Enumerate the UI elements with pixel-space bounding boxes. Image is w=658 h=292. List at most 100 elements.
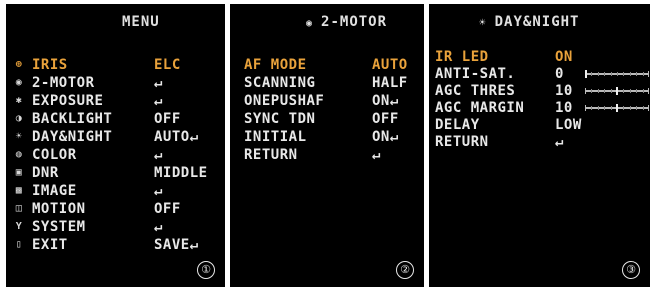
slider-tick [643,106,644,110]
setting-label: SYNC TDN [244,111,316,127]
slider-tick [598,106,599,110]
slider-start-cap [585,105,586,111]
slider-tick [611,89,612,93]
menu-item-2-motor[interactable]: ◉ 2-MOTOR ↵ [6,74,225,92]
setting-label: INITIAL [244,129,307,145]
setting-return[interactable]: RETURN ↵ [230,146,424,164]
menu-item-value: SAVE↵ [154,237,199,253]
slider-start-cap [585,88,586,94]
setting-agc-thres[interactable]: AGC THRES 10 [429,82,650,100]
2-motor-panel: ◉ 2-MOTOR AF MODE AUTO SCANNING HALF ONEP… [230,4,424,287]
menu-item-value: MIDDLE [154,165,208,181]
setting-value: HALF [372,75,408,91]
slider-thumb [616,87,618,95]
setting-label: RETURN [435,134,489,150]
menu-item-dnr[interactable]: ▣ DNR MIDDLE [6,164,225,182]
setting-sync-tdn[interactable]: SYNC TDN OFF [230,110,424,128]
setting-onepushaf[interactable]: ONEPUSHAF ON↵ [230,92,424,110]
setting-label: ONEPUSHAF [244,93,325,109]
day-night-icon: ☀ [15,131,23,142]
menu-item-iris[interactable]: ⊕ IRIS ELC [6,56,225,74]
setting-value: 10 [555,100,573,116]
exposure-icon: ✱ [15,95,23,106]
menu-item-label: IMAGE [32,183,77,199]
setting-value: 0 [555,66,564,82]
agc-margin-slider[interactable] [585,104,649,112]
slider-tick [591,89,592,93]
slider-tick [604,89,605,93]
menu-item-exposure[interactable]: ✱ EXPOSURE ↵ [6,92,225,110]
slider-tick [636,106,637,110]
setting-label: ANTI-SAT. [435,66,516,82]
main-menu-title: MENU [122,14,160,30]
setting-delay[interactable]: DELAY LOW [429,116,650,134]
setting-label: AGC MARGIN [435,100,525,116]
setting-value: OFF [372,111,399,127]
setting-value: 10 [555,83,573,99]
setting-value: AUTO [372,57,408,73]
setting-value: LOW [555,117,582,133]
backlight-icon: ◑ [15,113,23,124]
menu-item-value: ↵ [154,183,163,199]
2-motor-title-text: 2-MOTOR [321,14,388,30]
menu-item-label: 2-MOTOR [32,75,95,91]
panel-number-badge: ③ [622,261,640,279]
setting-scanning[interactable]: SCANNING HALF [230,74,424,92]
menu-item-motion[interactable]: ◫ MOTION OFF [6,200,225,218]
menu-item-exit[interactable]: ▯ EXIT SAVE↵ [6,236,225,254]
system-icon: Y [15,221,23,232]
slider-tick [591,72,592,76]
day-night-title-text: DAY&NIGHT [494,14,580,30]
slider-thumb [585,70,587,78]
menu-item-value: ELC [154,57,181,73]
slider-tick [643,72,644,76]
osd-menu-screens: MENU ⊕ IRIS ELC ◉ 2-MOTOR ↵ ✱ EXPOSURE ↵… [0,0,658,292]
motor-icon: ◉ [306,18,314,29]
iris-icon: ⊕ [15,59,23,70]
menu-item-label: DNR [32,165,59,181]
slider-tick [636,89,637,93]
slider-tick [630,72,631,76]
menu-item-image[interactable]: ▩ IMAGE ↵ [6,182,225,200]
menu-item-label: IRIS [32,57,68,73]
slider-tick [611,106,612,110]
agc-thres-slider[interactable] [585,87,649,95]
setting-label: AGC THRES [435,83,516,99]
menu-item-label: COLOR [32,147,77,163]
day-night-title: ☀ DAY&NIGHT [479,14,579,30]
slider-tick [617,72,618,76]
slider-tick [598,89,599,93]
panel-number-badge: ① [197,261,215,279]
setting-label: RETURN [244,147,298,163]
menu-item-value: AUTO↵ [154,129,199,145]
setting-value: ↵ [372,147,381,163]
menu-item-value: ↵ [154,147,163,163]
setting-label: DELAY [435,117,480,133]
setting-af-mode[interactable]: AF MODE AUTO [230,56,424,74]
menu-item-label: EXPOSURE [32,93,104,109]
setting-initial[interactable]: INITIAL ON↵ [230,128,424,146]
anti-sat-slider[interactable] [585,70,649,78]
slider-thumb [616,104,618,112]
menu-item-value: OFF [154,201,181,217]
slider-tick [623,106,624,110]
menu-item-value: OFF [154,111,181,127]
setting-agc-margin[interactable]: AGC MARGIN 10 [429,99,650,117]
menu-item-label: SYSTEM [32,219,86,235]
menu-item-day-night[interactable]: ☀ DAY&NIGHT AUTO↵ [6,128,225,146]
motor-icon: ◉ [15,77,23,88]
setting-return[interactable]: RETURN ↵ [429,133,650,151]
menu-item-backlight[interactable]: ◑ BACKLIGHT OFF [6,110,225,128]
2-motor-title: ◉ 2-MOTOR [306,14,387,30]
menu-item-label: EXIT [32,237,68,253]
setting-label: AF MODE [244,57,307,73]
slider-tick [623,89,624,93]
setting-ir-led[interactable]: IR LED ON [429,48,650,66]
setting-anti-sat[interactable]: ANTI-SAT. 0 [429,65,650,83]
image-icon: ▩ [15,185,23,196]
setting-label: SCANNING [244,75,316,91]
menu-item-color[interactable]: ◍ COLOR ↵ [6,146,225,164]
setting-value: ON [555,49,573,65]
menu-item-system[interactable]: Y SYSTEM ↵ [6,218,225,236]
day-night-panel: ☀ DAY&NIGHT IR LED ON ANTI-SAT. 0 AGC THR… [429,4,650,287]
